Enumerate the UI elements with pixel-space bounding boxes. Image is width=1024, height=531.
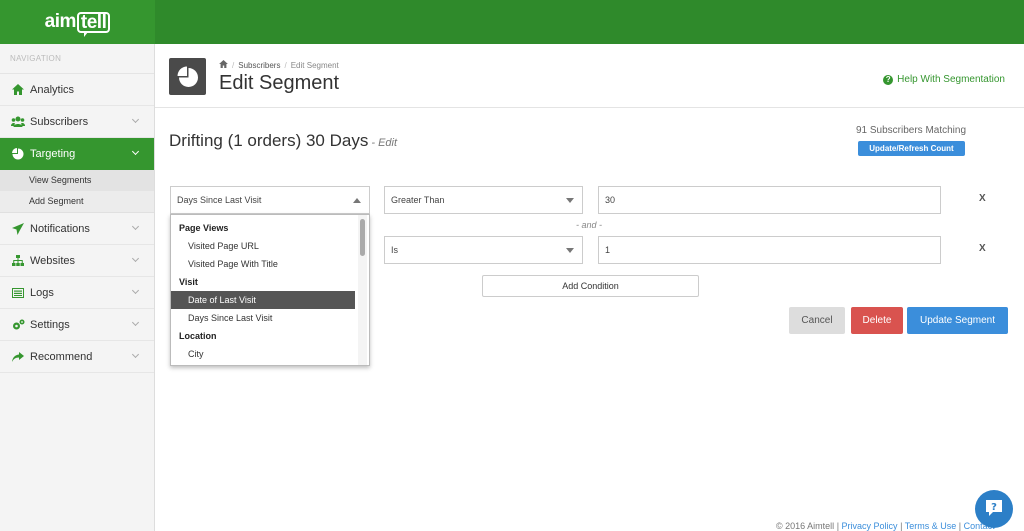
share-icon	[11, 350, 25, 364]
footer-link-terms[interactable]: Terms & Use	[905, 521, 957, 531]
sidebar-item-label: Targeting	[30, 148, 76, 160]
chevron-down-icon	[131, 222, 140, 231]
update-segment-button[interactable]: Update Segment	[907, 307, 1008, 334]
nav-heading: NAVIGATION	[0, 44, 154, 74]
condition-field-dropdown[interactable]: Page Views Visited Page URL Visited Page…	[170, 214, 370, 366]
condition-value-input[interactable]: 1	[598, 236, 941, 264]
sidebar-item-label: Websites	[30, 254, 76, 267]
select-value: Days Since Last Visit	[177, 195, 262, 205]
dropdown-option-highlighted[interactable]: Date of Last Visit	[171, 291, 355, 309]
sidebar-item-targeting[interactable]: Targeting	[0, 138, 154, 170]
chat-help-button[interactable]: ?	[975, 490, 1013, 528]
refresh-count-button[interactable]: Update/Refresh Count	[858, 141, 965, 156]
sidebar-subitem-add-segment[interactable]: Add Segment	[0, 191, 154, 212]
sidebar-item-label: Recommend	[30, 350, 93, 363]
pie-chart-icon	[169, 58, 206, 95]
input-value: 30	[605, 195, 616, 205]
home-icon[interactable]	[219, 60, 228, 70]
sidebar-item-logs[interactable]: Logs	[0, 277, 154, 309]
sidebar: NAVIGATION Analytics Subscribers Targeti…	[0, 44, 155, 531]
dropdown-group: Location	[179, 331, 217, 341]
condition-field-select[interactable]: Days Since Last Visit	[170, 186, 370, 214]
breadcrumb: / Subscribers / Edit Segment	[219, 60, 339, 70]
sidebar-item-label: Analytics	[30, 83, 75, 96]
chevron-down-icon	[131, 147, 140, 156]
footer: © 2016 Aimtell | Privacy Policy | Terms …	[776, 521, 995, 531]
cancel-button[interactable]: Cancel	[789, 307, 845, 334]
sidebar-item-websites[interactable]: Websites	[0, 245, 154, 277]
input-value: 1	[605, 245, 611, 255]
logo[interactable]: aim tell	[0, 0, 155, 44]
sidebar-item-notifications[interactable]: Notifications	[0, 213, 154, 245]
condition-operator-select[interactable]: Greater Than	[384, 186, 583, 214]
caret-down-icon	[566, 198, 574, 203]
sidebar-item-label: Logs	[30, 286, 54, 299]
logo-text-left: aim	[44, 11, 77, 32]
dropdown-scrollbar[interactable]	[360, 219, 365, 256]
breadcrumb-current: Edit Segment	[290, 60, 339, 70]
condition-value-input[interactable]: 30	[598, 186, 941, 214]
svg-text:?: ?	[991, 502, 997, 513]
logo-text-right: tell	[76, 11, 111, 37]
pie-chart-icon	[11, 147, 25, 161]
caret-up-icon	[353, 198, 361, 203]
targeting-submenu: View Segments Add Segment	[0, 170, 154, 213]
and-separator: - and -	[576, 220, 603, 230]
add-condition-button[interactable]: Add Condition	[482, 275, 699, 297]
caret-down-icon	[566, 248, 574, 253]
sitemap-icon	[11, 254, 25, 268]
select-value: Is	[391, 245, 399, 255]
remove-condition-button[interactable]: X	[979, 243, 986, 254]
breadcrumb-subscribers[interactable]: Subscribers	[238, 61, 280, 70]
sidebar-item-label: Notifications	[30, 222, 90, 235]
page-header: / Subscribers / Edit Segment Edit Segmen…	[155, 44, 1024, 108]
segment-title: Drifting (1 orders) 30 Days - Edit	[169, 131, 397, 151]
subscribers-matching: 91 Subscribers Matching	[855, 125, 967, 136]
delete-button[interactable]: Delete	[851, 307, 903, 334]
gears-icon	[11, 318, 25, 332]
dropdown-group: Page Views	[179, 223, 229, 233]
segment-edit-link[interactable]: - Edit	[371, 137, 397, 149]
users-icon	[11, 115, 25, 129]
footer-link-privacy[interactable]: Privacy Policy	[842, 521, 898, 531]
chevron-down-icon	[131, 318, 140, 327]
chevron-down-icon	[131, 286, 140, 295]
segment-name: Drifting (1 orders) 30 Days	[169, 131, 369, 150]
help-link-label: Help With Segmentation	[897, 74, 1005, 85]
page-title: Edit Segment	[219, 72, 340, 94]
sidebar-item-analytics[interactable]: Analytics	[0, 74, 154, 106]
sidebar-subitem-view-segments[interactable]: View Segments	[0, 170, 154, 191]
sidebar-item-settings[interactable]: Settings	[0, 309, 154, 341]
chat-question-icon: ?	[984, 498, 1004, 521]
copyright: © 2016 Aimtell	[776, 521, 835, 531]
sidebar-item-subscribers[interactable]: Subscribers	[0, 106, 154, 138]
sidebar-item-label: Settings	[30, 318, 70, 331]
sidebar-item-recommend[interactable]: Recommend	[0, 341, 154, 373]
dropdown-option[interactable]: Visited Page With Title	[171, 255, 355, 273]
condition-operator-select[interactable]: Is	[384, 236, 583, 264]
dropdown-option[interactable]: Visited Page URL	[171, 237, 355, 255]
select-value: Greater Than	[391, 195, 445, 205]
chevron-down-icon	[131, 254, 140, 263]
list-icon	[11, 286, 25, 300]
help-link[interactable]: ? Help With Segmentation	[883, 74, 1005, 85]
chevron-down-icon	[131, 115, 140, 124]
dropdown-option[interactable]: City	[171, 345, 355, 363]
dropdown-option[interactable]: Days Since Last Visit	[171, 309, 355, 327]
paper-plane-icon	[11, 222, 25, 236]
chevron-down-icon	[131, 350, 140, 359]
sidebar-item-label: Subscribers	[30, 115, 89, 128]
question-icon: ?	[883, 74, 894, 85]
dropdown-group: Visit	[179, 277, 198, 287]
home-icon	[11, 83, 25, 97]
remove-condition-button[interactable]: X	[979, 193, 986, 204]
